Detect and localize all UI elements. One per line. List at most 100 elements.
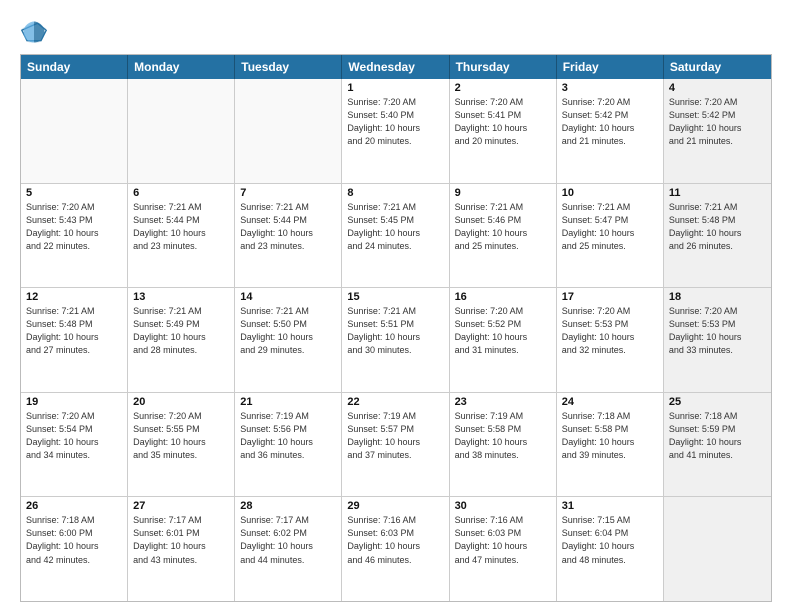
calendar-cell-2-5: 17Sunrise: 7:20 AM Sunset: 5:53 PM Dayli… (557, 288, 664, 392)
calendar-cell-1-3: 8Sunrise: 7:21 AM Sunset: 5:45 PM Daylig… (342, 184, 449, 288)
day-number: 24 (562, 396, 658, 408)
day-number: 20 (133, 396, 229, 408)
day-number: 9 (455, 187, 551, 199)
day-number: 31 (562, 500, 658, 512)
day-number: 3 (562, 82, 658, 94)
cell-info: Sunrise: 7:20 AM Sunset: 5:42 PM Dayligh… (562, 96, 658, 148)
calendar-cell-3-1: 20Sunrise: 7:20 AM Sunset: 5:55 PM Dayli… (128, 393, 235, 497)
calendar-cell-2-6: 18 Sunrise: 7:20 AM Sunset: 5:53 PM Dayli… (664, 288, 771, 392)
weekday-header-sunday: Sunday (21, 55, 128, 79)
day-number: 22 (347, 396, 443, 408)
weekday-header-tuesday: Tuesday (235, 55, 342, 79)
cell-info: Sunrise: 7:19 AM Sunset: 5:56 PM Dayligh… (240, 410, 336, 462)
calendar-cell-2-3: 15 Sunrise: 7:21 AM Sunset: 5:51 PM Dayli… (342, 288, 449, 392)
day-number: 27 (133, 500, 229, 512)
day-number: 29 (347, 500, 443, 512)
day-number: 2 (455, 82, 551, 94)
calendar-cell-3-5: 24 Sunrise: 7:18 AM Sunset: 5:58 PM Dayli… (557, 393, 664, 497)
day-number: 23 (455, 396, 551, 408)
day-number: 11 (669, 187, 766, 199)
day-number: 10 (562, 187, 658, 199)
cell-info: Sunrise: 7:20 AM Sunset: 5:53 PM Dayligh… (669, 305, 766, 357)
calendar-cell-0-4: 2 Sunrise: 7:20 AM Sunset: 5:41 PM Daylig… (450, 79, 557, 183)
day-number: 19 (26, 396, 122, 408)
day-number: 26 (26, 500, 122, 512)
cell-info: Sunrise: 7:18 AM Sunset: 5:58 PM Dayligh… (562, 410, 658, 462)
weekday-header-monday: Monday (128, 55, 235, 79)
day-number: 12 (26, 291, 122, 303)
calendar-row-4: 26 Sunrise: 7:18 AM Sunset: 6:00 PM Dayli… (21, 496, 771, 601)
logo-icon (20, 18, 48, 46)
cell-info: Sunrise: 7:21 AM Sunset: 5:51 PM Dayligh… (347, 305, 443, 357)
cell-info: Sunrise: 7:21 AM Sunset: 5:45 PM Dayligh… (347, 201, 443, 253)
weekday-header-wednesday: Wednesday (342, 55, 449, 79)
calendar-row-1: 5Sunrise: 7:20 AM Sunset: 5:43 PM Daylig… (21, 183, 771, 288)
cell-info: Sunrise: 7:17 AM Sunset: 6:02 PM Dayligh… (240, 514, 336, 566)
calendar-cell-4-5: 31Sunrise: 7:15 AM Sunset: 6:04 PM Dayli… (557, 497, 664, 601)
cell-info: Sunrise: 7:21 AM Sunset: 5:46 PM Dayligh… (455, 201, 551, 253)
cell-info: Sunrise: 7:21 AM Sunset: 5:48 PM Dayligh… (26, 305, 122, 357)
day-number: 18 (669, 291, 766, 303)
day-number: 6 (133, 187, 229, 199)
cell-info: Sunrise: 7:21 AM Sunset: 5:49 PM Dayligh… (133, 305, 229, 357)
calendar-row-0: 1 Sunrise: 7:20 AM Sunset: 5:40 PM Daylig… (21, 79, 771, 183)
day-number: 30 (455, 500, 551, 512)
cell-info: Sunrise: 7:20 AM Sunset: 5:43 PM Dayligh… (26, 201, 122, 253)
day-number: 14 (240, 291, 336, 303)
day-number: 7 (240, 187, 336, 199)
day-number: 21 (240, 396, 336, 408)
calendar-cell-4-4: 30Sunrise: 7:16 AM Sunset: 6:03 PM Dayli… (450, 497, 557, 601)
day-number: 1 (347, 82, 443, 94)
calendar-cell-1-2: 7 Sunrise: 7:21 AM Sunset: 5:44 PM Daylig… (235, 184, 342, 288)
calendar-cell-2-1: 13 Sunrise: 7:21 AM Sunset: 5:49 PM Dayli… (128, 288, 235, 392)
day-number: 16 (455, 291, 551, 303)
calendar-cell-3-2: 21 Sunrise: 7:19 AM Sunset: 5:56 PM Dayli… (235, 393, 342, 497)
cell-info: Sunrise: 7:18 AM Sunset: 6:00 PM Dayligh… (26, 514, 122, 566)
day-number: 4 (669, 82, 766, 94)
weekday-header-saturday: Saturday (664, 55, 771, 79)
calendar-body: 1 Sunrise: 7:20 AM Sunset: 5:40 PM Daylig… (21, 79, 771, 601)
calendar-cell-0-3: 1 Sunrise: 7:20 AM Sunset: 5:40 PM Daylig… (342, 79, 449, 183)
calendar: SundayMondayTuesdayWednesdayThursdayFrid… (20, 54, 772, 602)
calendar-cell-0-6: 4 Sunrise: 7:20 AM Sunset: 5:42 PM Daylig… (664, 79, 771, 183)
calendar-cell-0-2 (235, 79, 342, 183)
day-number: 13 (133, 291, 229, 303)
calendar-cell-4-0: 26 Sunrise: 7:18 AM Sunset: 6:00 PM Dayli… (21, 497, 128, 601)
calendar-cell-0-1 (128, 79, 235, 183)
cell-info: Sunrise: 7:20 AM Sunset: 5:41 PM Dayligh… (455, 96, 551, 148)
cell-info: Sunrise: 7:20 AM Sunset: 5:52 PM Dayligh… (455, 305, 551, 357)
cell-info: Sunrise: 7:21 AM Sunset: 5:44 PM Dayligh… (133, 201, 229, 253)
weekday-header-thursday: Thursday (450, 55, 557, 79)
day-number: 15 (347, 291, 443, 303)
day-number: 17 (562, 291, 658, 303)
weekday-header-friday: Friday (557, 55, 664, 79)
cell-info: Sunrise: 7:20 AM Sunset: 5:42 PM Dayligh… (669, 96, 766, 148)
calendar-cell-3-4: 23 Sunrise: 7:19 AM Sunset: 5:58 PM Dayli… (450, 393, 557, 497)
calendar-cell-0-5: 3 Sunrise: 7:20 AM Sunset: 5:42 PM Daylig… (557, 79, 664, 183)
calendar-cell-4-3: 29 Sunrise: 7:16 AM Sunset: 6:03 PM Dayli… (342, 497, 449, 601)
cell-info: Sunrise: 7:21 AM Sunset: 5:44 PM Dayligh… (240, 201, 336, 253)
calendar-row-2: 12 Sunrise: 7:21 AM Sunset: 5:48 PM Dayli… (21, 287, 771, 392)
calendar-row-3: 19 Sunrise: 7:20 AM Sunset: 5:54 PM Dayli… (21, 392, 771, 497)
calendar-cell-0-0 (21, 79, 128, 183)
page: SundayMondayTuesdayWednesdayThursdayFrid… (0, 0, 792, 612)
calendar-cell-4-1: 27 Sunrise: 7:17 AM Sunset: 6:01 PM Dayli… (128, 497, 235, 601)
calendar-cell-3-3: 22 Sunrise: 7:19 AM Sunset: 5:57 PM Dayli… (342, 393, 449, 497)
header (20, 18, 772, 46)
cell-info: Sunrise: 7:21 AM Sunset: 5:48 PM Dayligh… (669, 201, 766, 253)
cell-info: Sunrise: 7:20 AM Sunset: 5:54 PM Dayligh… (26, 410, 122, 462)
calendar-cell-3-6: 25Sunrise: 7:18 AM Sunset: 5:59 PM Dayli… (664, 393, 771, 497)
day-number: 28 (240, 500, 336, 512)
cell-info: Sunrise: 7:19 AM Sunset: 5:58 PM Dayligh… (455, 410, 551, 462)
cell-info: Sunrise: 7:16 AM Sunset: 6:03 PM Dayligh… (347, 514, 443, 566)
cell-info: Sunrise: 7:21 AM Sunset: 5:47 PM Dayligh… (562, 201, 658, 253)
calendar-cell-3-0: 19 Sunrise: 7:20 AM Sunset: 5:54 PM Dayli… (21, 393, 128, 497)
day-number: 25 (669, 396, 766, 408)
cell-info: Sunrise: 7:21 AM Sunset: 5:50 PM Dayligh… (240, 305, 336, 357)
calendar-cell-2-2: 14 Sunrise: 7:21 AM Sunset: 5:50 PM Dayli… (235, 288, 342, 392)
calendar-cell-4-2: 28 Sunrise: 7:17 AM Sunset: 6:02 PM Dayli… (235, 497, 342, 601)
cell-info: Sunrise: 7:17 AM Sunset: 6:01 PM Dayligh… (133, 514, 229, 566)
calendar-cell-4-6 (664, 497, 771, 601)
cell-info: Sunrise: 7:19 AM Sunset: 5:57 PM Dayligh… (347, 410, 443, 462)
cell-info: Sunrise: 7:20 AM Sunset: 5:40 PM Dayligh… (347, 96, 443, 148)
